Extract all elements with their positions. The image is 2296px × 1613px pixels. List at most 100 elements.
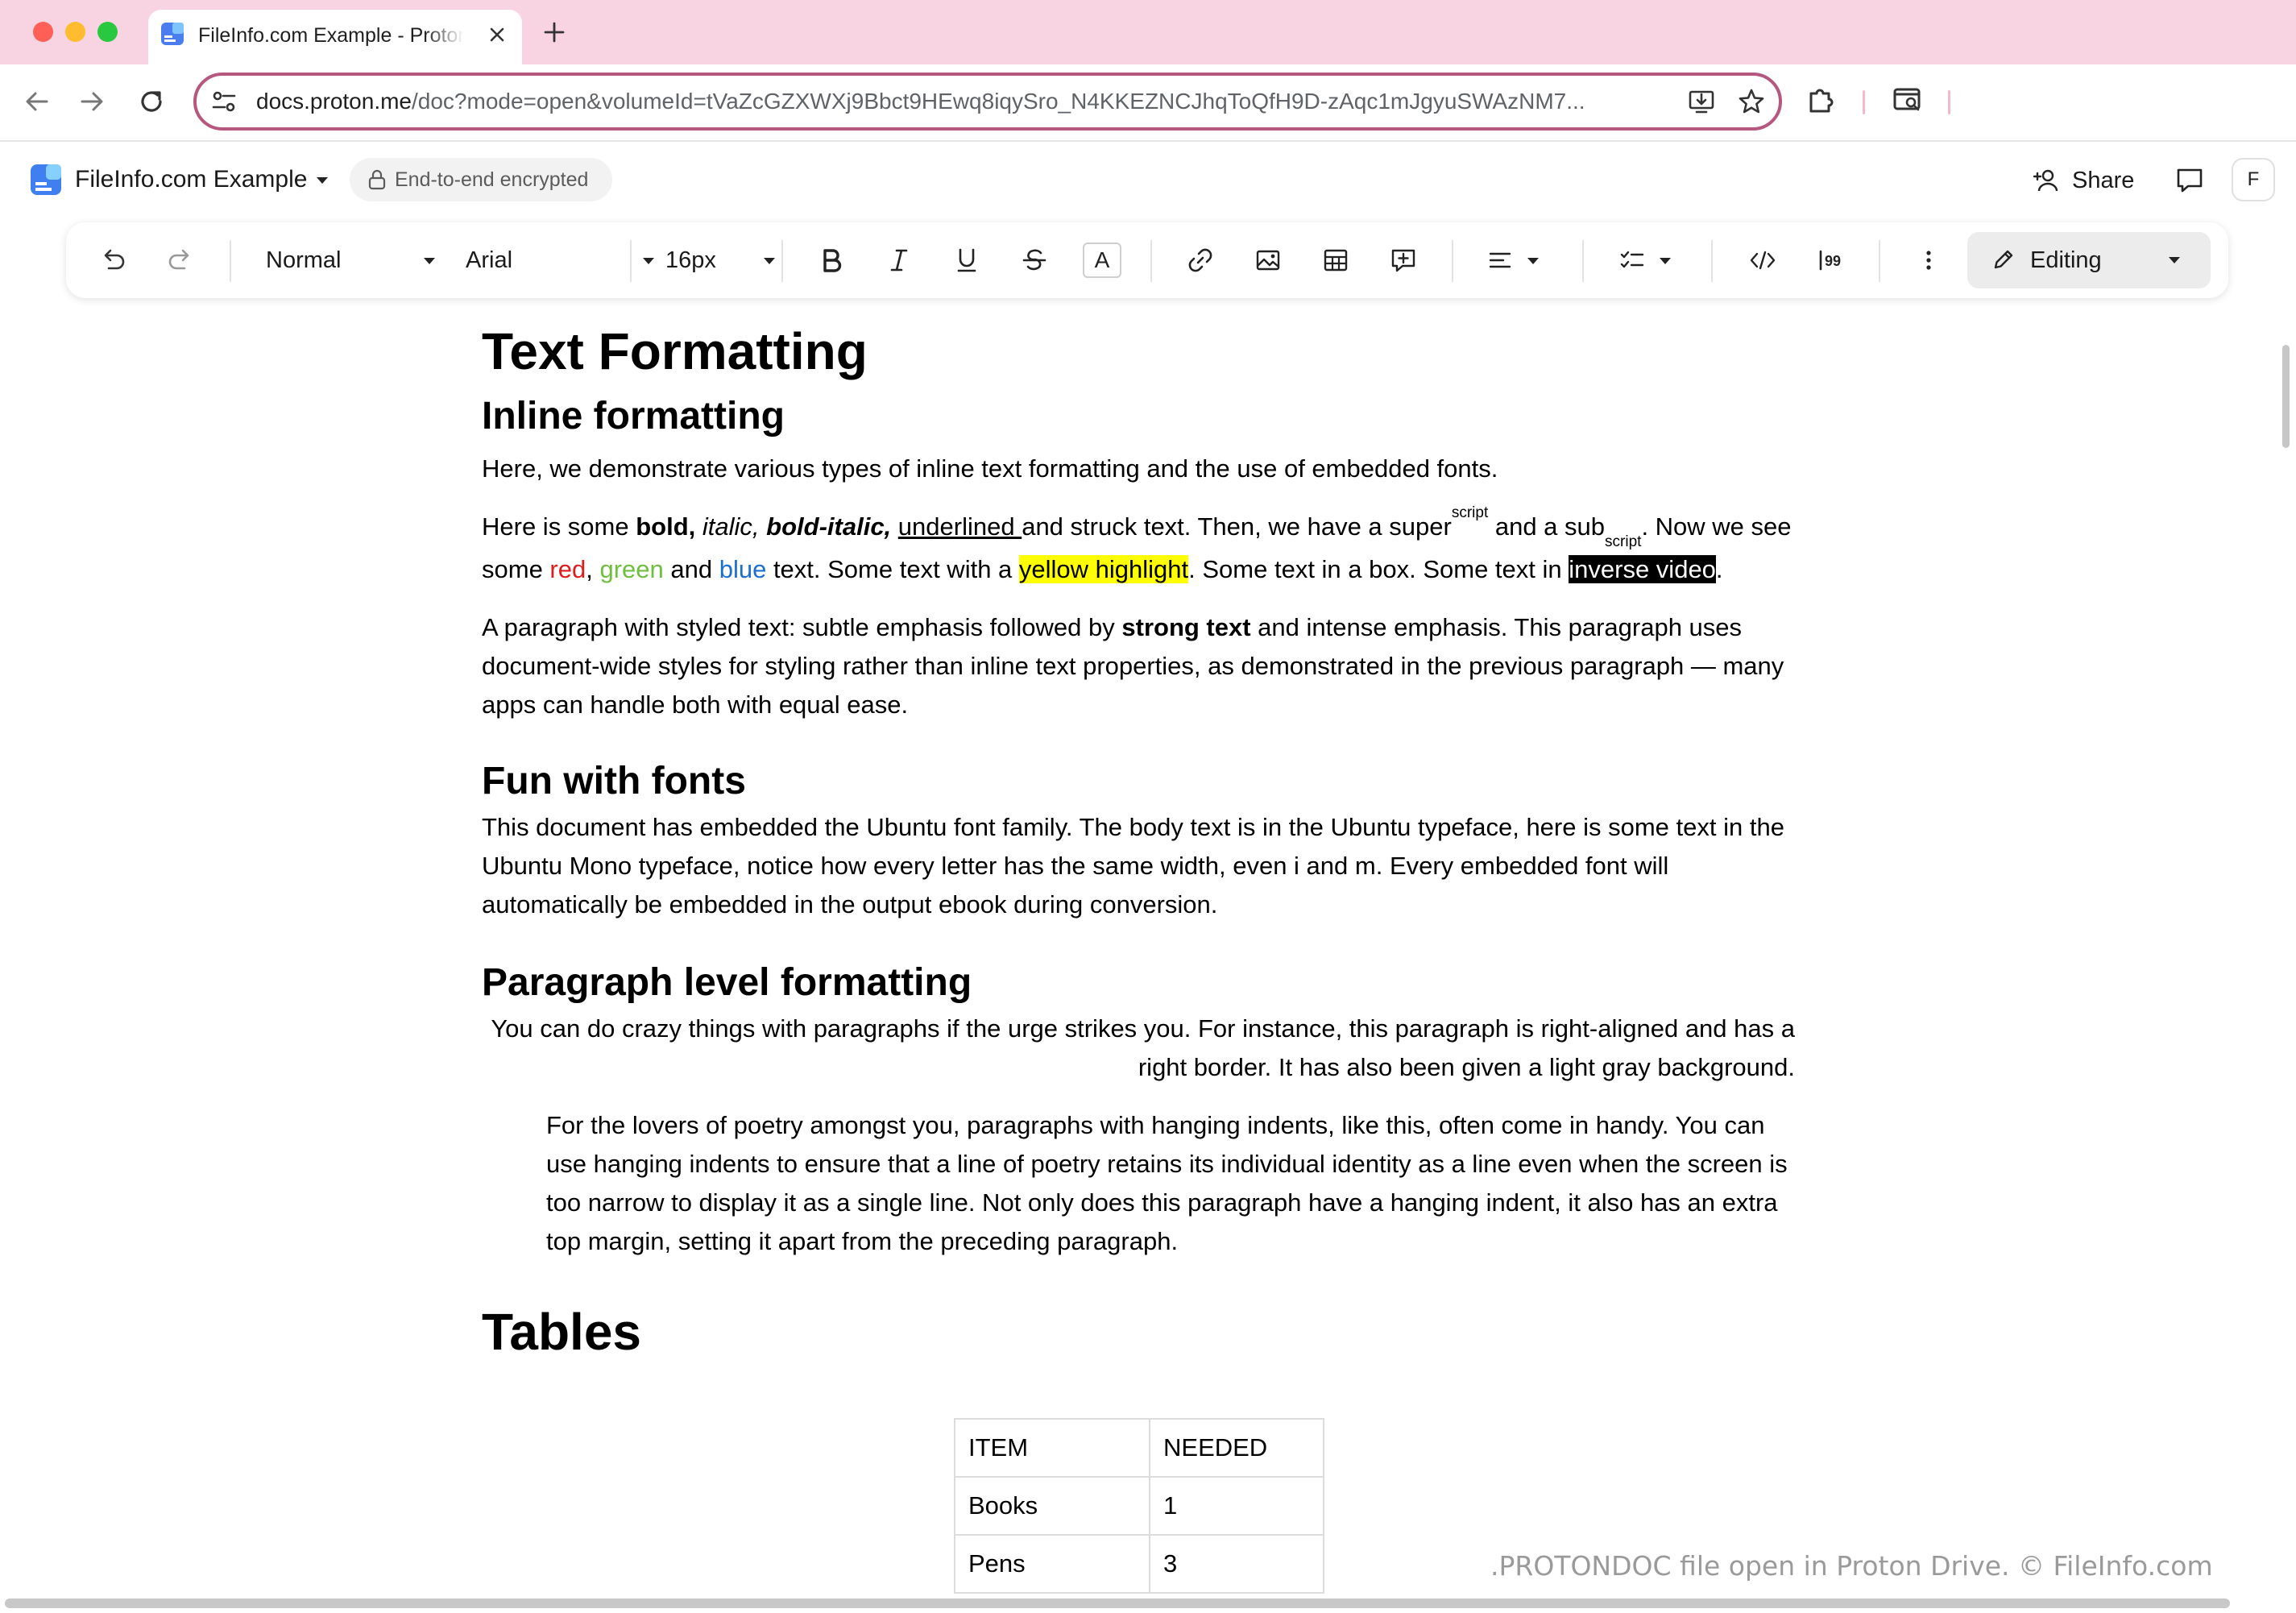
share-button[interactable]: Share — [2029, 158, 2154, 203]
share-label: Share — [2072, 168, 2135, 193]
editing-mode-label: Editing — [2030, 247, 2102, 273]
more-options-icon[interactable] — [1913, 244, 1945, 276]
encryption-label: End-to-end encrypted — [395, 168, 589, 191]
link-icon[interactable] — [1184, 244, 1216, 276]
table-row: Books 1 — [954, 1476, 1324, 1536]
address-bar[interactable]: docs.proton.me/doc?mode=open&volumeId=tV… — [193, 73, 1782, 131]
strong-text: strong text — [1121, 613, 1251, 641]
table-cell[interactable]: Pens — [954, 1534, 1150, 1594]
inline-formatting-paragraph: Here is some bold, italic, bold-italic, … — [482, 504, 1798, 589]
image-icon[interactable] — [1252, 244, 1284, 276]
url-text[interactable]: docs.proton.me/doc?mode=open&volumeId=tV… — [256, 84, 1626, 119]
toolbar-divider — [1711, 240, 1713, 282]
window-close-button[interactable] — [33, 22, 53, 42]
reload-icon[interactable] — [135, 85, 168, 118]
italic-text: italic, — [702, 512, 760, 541]
text-run: and a sub — [1488, 512, 1606, 541]
italic-icon[interactable] — [883, 244, 915, 276]
tab-search-icon[interactable] — [1892, 84, 1924, 116]
document-body[interactable]: Text Formatting Inline formatting Here, … — [482, 300, 1798, 1374]
table-icon[interactable] — [1320, 244, 1352, 276]
text-run: , — [586, 555, 600, 583]
comments-icon[interactable] — [2174, 164, 2206, 197]
proton-docs-logo-icon[interactable] — [29, 163, 63, 197]
svg-text:99: 99 — [1825, 253, 1841, 269]
font-size-dropdown[interactable]: 16px — [665, 222, 780, 298]
chevron-down-icon[interactable] — [314, 172, 330, 189]
browser-tab-bar: FileInfo.com Example - Proton Docs — [0, 0, 2296, 64]
back-arrow-icon[interactable] — [21, 85, 53, 118]
alignment-dropdown[interactable] — [1484, 222, 1561, 298]
green-text: green — [599, 555, 664, 583]
underlined-text: underlined — [897, 512, 1022, 541]
bookmark-star-icon[interactable] — [1737, 87, 1766, 116]
right-aligned-paragraph: You can do crazy things with paragraphs … — [491, 1014, 1795, 1081]
hanging-indent-paragraph: For the lovers of poetry amongst you, pa… — [546, 1111, 1788, 1255]
list-dropdown[interactable] — [1616, 222, 1693, 298]
table-cell[interactable]: 1 — [1149, 1476, 1324, 1536]
text-color-button[interactable]: A — [1083, 243, 1121, 278]
encryption-badge[interactable]: End-to-end encrypted — [350, 158, 612, 201]
browser-toolbar: docs.proton.me/doc?mode=open&volumeId=tV… — [0, 64, 2296, 142]
block-style-value: Normal — [266, 247, 342, 273]
pencil-icon — [1994, 250, 2013, 269]
horizontal-scrollbar[interactable] — [5, 1598, 2230, 1608]
table-header-cell[interactable]: NEEDED — [1149, 1418, 1324, 1478]
add-user-icon — [2033, 169, 2058, 192]
install-app-icon[interactable] — [1687, 87, 1716, 116]
bold-text: bold, — [636, 512, 696, 541]
text-run — [695, 512, 702, 541]
code-icon[interactable] — [1747, 244, 1779, 276]
chevron-down-icon — [424, 258, 435, 264]
toolbar-divider — [781, 240, 783, 282]
redo-icon[interactable] — [164, 244, 197, 276]
tables-heading: Tables — [482, 1303, 641, 1361]
extensions-puzzle-icon[interactable] — [1805, 84, 1837, 116]
site-settings-icon[interactable] — [209, 87, 238, 116]
chevron-down-icon — [2169, 257, 2180, 263]
bold-italic-text: bold-italic, — [766, 512, 892, 541]
items-table[interactable]: ITEM NEEDED Books 1 Pens 3 — [954, 1418, 1324, 1594]
url-path: /doc?mode=open&volumeId=tVaZcGZXWXj9Bbct… — [412, 89, 1585, 114]
table-header-cell[interactable]: ITEM — [954, 1418, 1150, 1478]
text-run: and struck text. Then, we have a super — [1022, 512, 1452, 541]
proton-docs-favicon-icon — [161, 23, 184, 45]
inverse-video-text: inverse video — [1569, 555, 1716, 583]
user-avatar[interactable]: F — [2232, 158, 2275, 201]
add-comment-icon[interactable] — [1387, 244, 1419, 276]
toolbar-divider — [1879, 240, 1880, 282]
fun-with-fonts-heading: Fun with fonts — [482, 760, 746, 802]
forward-arrow-icon[interactable] — [76, 85, 108, 118]
chevron-down-icon — [1527, 258, 1539, 264]
red-text: red — [549, 555, 586, 583]
paragraph-formatting-heading: Paragraph level formatting — [482, 961, 972, 1004]
table-cell[interactable]: Books — [954, 1476, 1150, 1536]
watermark-text: .PROTONDOC file open in Proton Drive. © … — [1490, 1550, 2213, 1582]
text-run: . — [1715, 555, 1723, 583]
new-tab-plus-icon[interactable] — [541, 19, 567, 45]
undo-icon[interactable] — [97, 244, 129, 276]
doc-title: Text Formatting — [482, 322, 868, 380]
text-run: Here is some — [482, 512, 636, 541]
toolbar-divider — [630, 240, 632, 282]
editing-mode-dropdown[interactable]: Editing — [1967, 232, 2211, 288]
document-name[interactable]: FileInfo.com Example — [75, 161, 307, 198]
vertical-scrollbar[interactable] — [2282, 345, 2290, 448]
chevron-down-icon — [764, 258, 775, 264]
browser-tab-active[interactable]: FileInfo.com Example - Proton Docs — [148, 10, 522, 64]
block-style-dropdown[interactable]: Normal — [266, 222, 437, 298]
close-tab-icon[interactable] — [485, 23, 509, 47]
url-host: docs.proton.me — [256, 89, 412, 114]
chevron-down-icon — [1660, 258, 1671, 264]
fonts-paragraph: This document has embedded the Ubuntu fo… — [482, 813, 1784, 918]
font-family-value: Arial — [466, 247, 513, 273]
window-zoom-button[interactable] — [97, 22, 118, 42]
quote-icon[interactable]: 99 — [1814, 244, 1846, 276]
bold-icon[interactable] — [815, 244, 848, 276]
underline-icon[interactable] — [951, 244, 983, 276]
font-size-value: 16px — [665, 247, 716, 273]
window-minimize-button[interactable] — [65, 22, 85, 42]
font-family-dropdown[interactable]: Arial — [466, 222, 656, 298]
strikethrough-icon[interactable] — [1018, 244, 1051, 276]
table-cell[interactable]: 3 — [1149, 1534, 1324, 1594]
